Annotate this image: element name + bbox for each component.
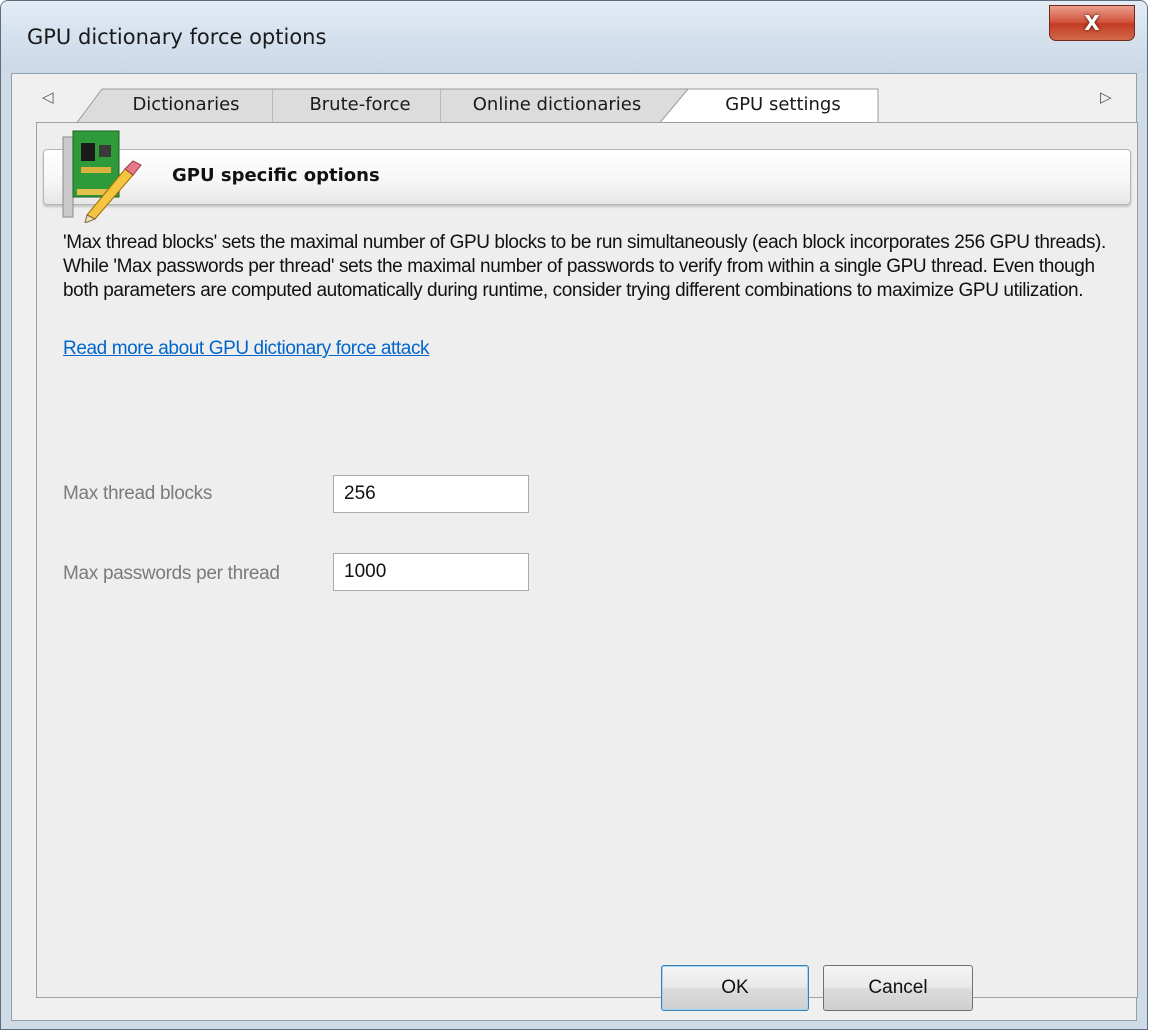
max-thread-blocks-label: Max thread blocks (63, 483, 213, 504)
gpu-card-pencil-icon (62, 130, 142, 223)
dialog-window: GPU dictionary force options X ◁ ▷ Dicti… (0, 0, 1148, 1030)
cancel-button[interactable]: Cancel (823, 965, 973, 1011)
tab-page-gpu-settings: GPU specific options 'Max thread blocks'… (36, 122, 1138, 998)
section-description: 'Max thread blocks' sets the maximal num… (63, 232, 1106, 301)
tab-strip: Dictionaries Brute-force Online dictiona… (76, 88, 896, 125)
max-thread-blocks-input[interactable]: 256 (333, 475, 529, 513)
close-icon: X (1084, 11, 1100, 35)
max-passwords-per-thread-label: Max passwords per thread (63, 563, 280, 584)
title-bar[interactable]: GPU dictionary force options X (1, 1, 1147, 73)
section-header: GPU specific options (43, 149, 1131, 205)
ok-button[interactable]: OK (661, 965, 809, 1011)
tab-gpu-settings[interactable]: GPU settings (658, 88, 880, 125)
tab-brute-force[interactable]: Brute-force (272, 88, 448, 124)
close-button[interactable]: X (1049, 5, 1135, 41)
read-more-link[interactable]: Read more about GPU dictionary force att… (63, 338, 430, 360)
tab-online-dictionaries[interactable]: Online dictionaries (440, 88, 690, 124)
tab-dictionaries[interactable]: Dictionaries (76, 88, 276, 124)
window-title: GPU dictionary force options (27, 25, 327, 49)
section-title: GPU specific options (172, 165, 380, 186)
tab-scroll-left-icon[interactable]: ◁ (42, 88, 54, 106)
dialog-client-area: ◁ ▷ Dictionaries Brute-force Online dict… (11, 73, 1138, 1021)
max-passwords-per-thread-input[interactable]: 1000 (333, 553, 529, 591)
tab-scroll-right-icon[interactable]: ▷ (1100, 88, 1112, 106)
